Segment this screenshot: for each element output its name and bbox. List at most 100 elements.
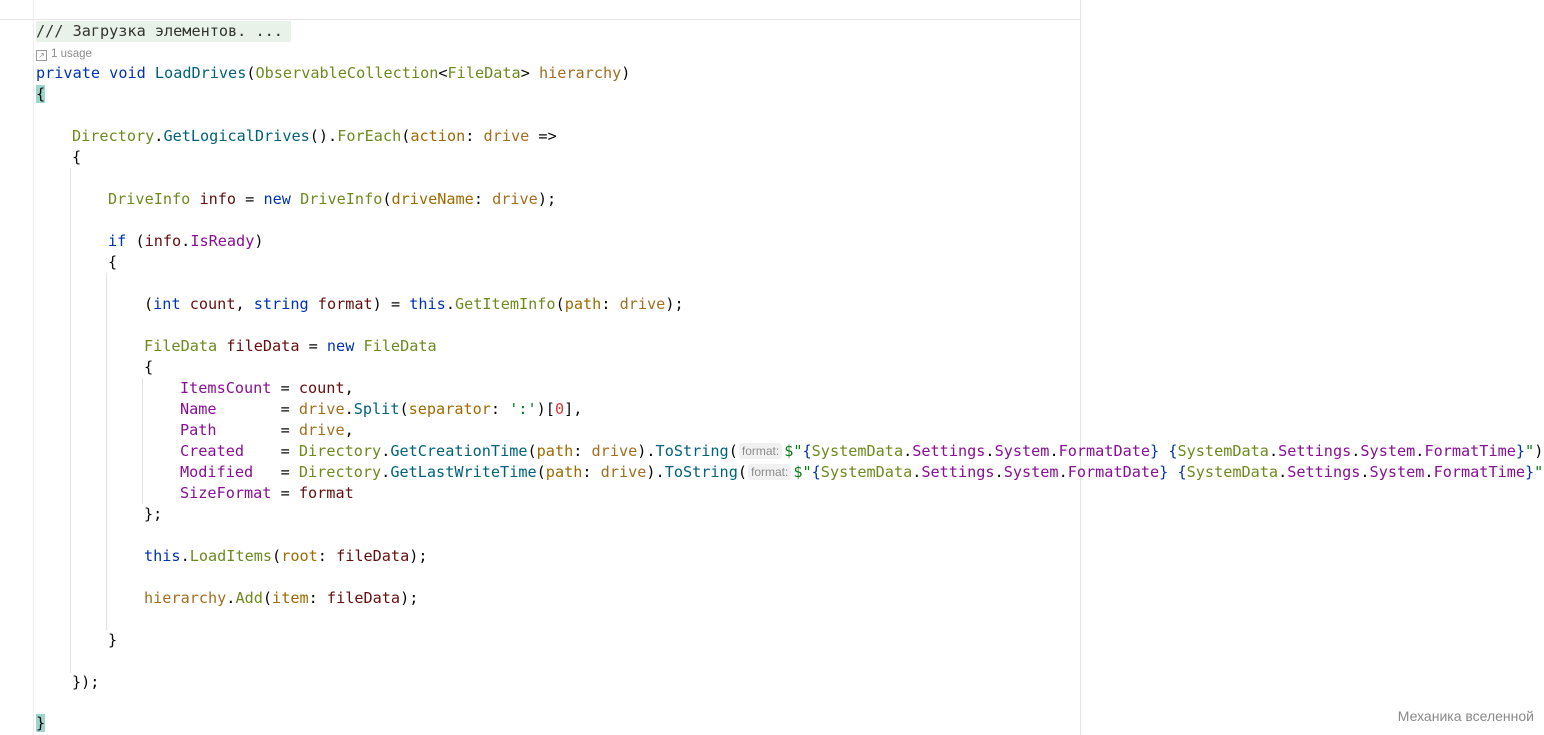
parameter-hint: format: [748,464,792,480]
code-token: SystemData [820,463,913,481]
matched-brace: { [36,85,46,103]
code-token: Path [180,421,217,439]
code-token: private [36,64,101,82]
code-token: Settings [912,442,986,460]
code-token: info [144,232,182,250]
code-token: Settings [921,463,995,481]
code-token: ToString [655,442,729,460]
code-line: }); [72,673,100,691]
code-token: GetLastWriteTime [390,463,537,481]
usage-hint-text: 1 usage [51,48,92,60]
code-token: DriveInfo [108,190,191,208]
code-token: this [144,547,181,565]
code-token: item [272,589,309,607]
code-token: SizeFormat [180,484,272,502]
code-token: root [281,547,318,565]
code-token: Settings [1287,463,1361,481]
code-token: drive [298,421,345,439]
code-line: { [36,357,153,378]
code-token: Add [235,589,263,607]
code-token: $" [793,463,812,481]
code-line: } [36,713,46,734]
right-margin-guide [1080,0,1081,735]
code-line: Path = drive, [180,421,354,439]
matched-brace: } [36,714,46,732]
code-token: Modified [180,463,254,481]
code-token: System [994,442,1050,460]
top-separator [0,19,1080,20]
code-token: 0 [554,400,565,418]
code-token: fileData [326,589,401,607]
code-line: Directory.GetLogicalDrives().ForEach(act… [72,127,557,145]
code-token: FileData [144,337,218,355]
code-token: new [263,190,291,208]
usage-arrow-icon: ↗ [36,50,47,61]
code-token: drive [600,463,647,481]
code-line: /// Загрузка элементов. ... [36,21,291,42]
code-line: FileData fileData = new FileData [144,337,437,355]
doc-comment[interactable]: /// Загрузка элементов. ... [36,21,291,42]
code-token: } [72,673,82,691]
code-token: Settings [1278,442,1352,460]
code-token: fileData [226,337,300,355]
code-token: drive [492,190,538,208]
code-line: } [36,630,117,651]
code-line: { [36,252,117,273]
code-token: count [298,379,345,397]
code-token: drive [483,127,530,145]
code-line: Name = drive.Split(separator: ':')[0], [180,400,583,418]
code-token: hierarchy [144,589,227,607]
usage-hint[interactable]: ↗ 1 usage [36,46,92,62]
code-token: FormatTime [1433,463,1526,481]
code-token: SystemData [1186,463,1279,481]
code-token: FormatDate [1058,442,1151,460]
code-token: drive [298,400,345,418]
code-token: fileData [336,547,410,565]
code-token: action [410,127,466,145]
code-line: if (info.IsReady) [108,232,264,250]
code-token: drive [619,295,666,313]
code-token: ObservableCollection [255,64,439,82]
code-token: Directory [298,463,382,481]
code-token: path [536,442,574,460]
code-line: Created = Directory.GetCreationTime(path… [180,442,1544,460]
code-line: { [36,147,81,168]
code-token: GetCreationTime [390,442,528,460]
code-token: DriveInfo [300,190,383,208]
code-token: FormatTime [1424,442,1516,460]
code-token: ToString [664,463,738,481]
gutter-border [33,0,34,735]
code-token: { [72,148,82,166]
code-token: System [1003,463,1059,481]
code-line: SizeFormat = format [180,484,354,502]
code-token: { [108,253,118,271]
code-line: }; [144,505,163,523]
code-token: format [298,484,354,502]
code-token: " [1525,442,1535,460]
code-token: string [253,295,309,313]
code-token: ':' [509,400,537,418]
code-token: Split [353,400,400,418]
code-line: private void LoadDrives(ObservableCollec… [36,64,631,82]
code-token: GetItemInfo [454,295,556,313]
code-token: System [1369,463,1425,481]
code-line: DriveInfo info = new DriveInfo(driveName… [108,190,557,208]
code-token: } [144,505,154,523]
code-token: path [545,463,583,481]
code-token: System [1360,442,1416,460]
code-token: Directory [72,127,155,145]
code-token: Directory [298,442,382,460]
code-token: GetLogicalDrives [163,127,310,145]
code-token: void [109,64,146,82]
code-token: if [108,232,127,250]
code-token: LoadDrives [154,64,247,82]
code-token: } [108,631,118,649]
code-token: info [199,190,237,208]
code-token: ItemsCount [180,379,272,397]
code-token: int [153,295,181,313]
code-token: driveName [391,190,474,208]
code-line: hierarchy.Add(item: fileData); [144,589,419,607]
code-token: $" [784,442,803,460]
code-token: this [409,295,446,313]
code-token: ForEach [337,127,402,145]
